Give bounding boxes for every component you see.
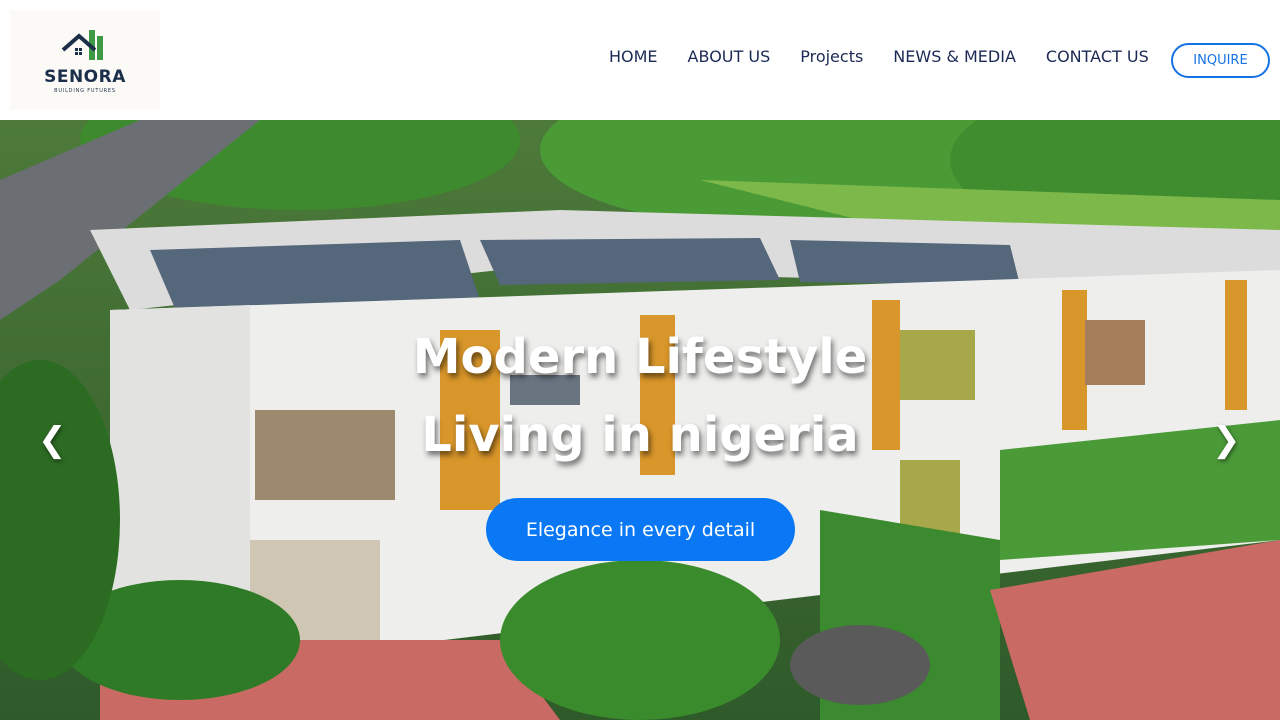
logo-tagline: BUILDING FUTURES [54, 88, 116, 94]
site-header: SENORA BUILDING FUTURES HOME ABOUT US Pr… [0, 0, 1280, 120]
nav-item-home[interactable]: HOME [594, 47, 673, 66]
main-nav: HOME ABOUT US Projects NEWS & MEDIA CONT… [594, 0, 1164, 112]
hero-cta-button[interactable]: Elegance in every detail [486, 498, 795, 561]
nav-item-projects[interactable]: Projects [785, 47, 878, 66]
hero-title-line1: Modern Lifestyle [412, 329, 868, 385]
hero-title-line2: Living in nigeria [421, 407, 859, 463]
nav-item-contact-us[interactable]: CONTACT US [1031, 47, 1164, 66]
logo-name: SENORA [44, 67, 126, 87]
slider-next-chevron-right-icon[interactable]: ❯ [1212, 418, 1241, 462]
logo[interactable]: SENORA BUILDING FUTURES [10, 10, 160, 110]
house-logo-icon [61, 30, 103, 60]
hero-title: Modern Lifestyle Living in nigeria [0, 318, 1280, 474]
hero-slider: Modern Lifestyle Living in nigeria Elega… [0, 120, 1280, 720]
nav-item-about-us[interactable]: ABOUT US [673, 47, 786, 66]
inquire-button[interactable]: INQUIRE [1171, 43, 1270, 78]
slider-prev-chevron-left-icon[interactable]: ❮ [38, 418, 67, 462]
nav-item-news-media[interactable]: NEWS & MEDIA [878, 47, 1031, 66]
